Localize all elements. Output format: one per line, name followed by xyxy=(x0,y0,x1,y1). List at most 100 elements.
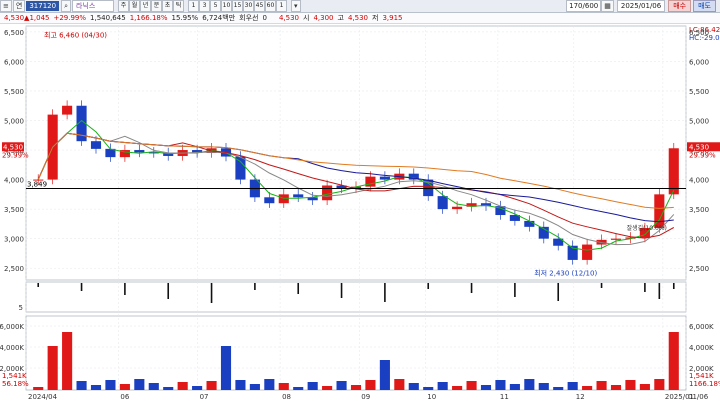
volume-bar xyxy=(76,381,87,390)
y-tick-label: 3,000 xyxy=(4,236,24,244)
period-tick-button[interactable]: 틱 xyxy=(172,0,184,12)
y-tick-label: 5,500 xyxy=(4,88,24,96)
indicator-bar xyxy=(658,283,661,299)
search-icon[interactable]: ⌕ xyxy=(61,0,71,12)
low-label: 저 xyxy=(371,14,379,22)
period-year-button[interactable]: 년 xyxy=(139,0,151,12)
volume-right-label: 1,541K xyxy=(689,372,714,380)
high-label: 고 xyxy=(337,14,344,22)
candle-body xyxy=(365,176,376,187)
x-tick-label: 01/06 xyxy=(688,393,709,401)
y-tick-label-right: 5,000 xyxy=(689,118,709,126)
hc-label: HC:-29.08 xyxy=(689,34,720,42)
volume-bar xyxy=(62,332,73,390)
price-chart[interactable]: 6,500 6,5006,000 6,0005,500 5,5005,000 5,000… xyxy=(0,24,720,404)
date-field[interactable]: 2025/01/06 xyxy=(616,0,666,12)
volume-tick-label: 4,000K xyxy=(689,344,714,352)
period-week-button[interactable]: 주 xyxy=(117,0,129,12)
x-tick-label: 09 xyxy=(361,393,370,401)
high-price: 4,530 xyxy=(347,14,368,22)
candle-body xyxy=(90,141,102,149)
interval-45-button[interactable]: 45 xyxy=(253,0,265,12)
interval-1-button[interactable]: 1 xyxy=(187,0,199,12)
price-tag-left-label: 4,530 xyxy=(3,143,23,151)
volume-bar xyxy=(509,384,520,390)
dropdown-icon[interactable]: ▾ xyxy=(290,0,301,12)
indicator-bar xyxy=(644,283,646,292)
low-price: 3,915 xyxy=(382,14,403,22)
volume-bar xyxy=(119,384,130,390)
y-tick-label: 4,000 xyxy=(4,177,24,185)
indicator-tick: 5 xyxy=(19,304,23,312)
indicator-bar xyxy=(557,283,560,301)
volume-tick-label: 6,000K xyxy=(689,323,714,331)
candle-body xyxy=(379,176,390,180)
toolbar: ≡ 연 317120 ⌕ 라닉스 주 월 년 분 초 틱 1 3 5 10 15… xyxy=(0,0,720,13)
volume-bar xyxy=(668,332,679,390)
volume-bar xyxy=(408,383,419,390)
period-month-button[interactable]: 월 xyxy=(128,0,140,12)
volume-bar xyxy=(264,379,275,390)
period-minute-button[interactable]: 분 xyxy=(150,0,162,12)
volume-bar xyxy=(423,387,434,390)
volume-bar xyxy=(249,384,260,390)
volume-bar xyxy=(105,380,116,390)
indicator-bar xyxy=(600,283,603,288)
link-button[interactable]: 연 xyxy=(12,0,26,12)
volume-value: 1,540,645 xyxy=(90,14,126,22)
buy-button[interactable]: 매수 xyxy=(668,0,692,12)
volume-bar xyxy=(495,380,506,390)
volume-bar xyxy=(596,381,607,390)
volume-bar xyxy=(625,380,636,390)
menu-icon[interactable]: ≡ xyxy=(0,0,12,12)
interval-30-button[interactable]: 30 xyxy=(242,0,254,12)
period-second-button[interactable]: 초 xyxy=(161,0,173,12)
y-tick-label: 2,500 xyxy=(4,265,24,273)
y-tick-label-right: 4,000 xyxy=(689,177,709,185)
y-tick-label: 3,500 xyxy=(4,206,24,214)
interval-5-button[interactable]: 5 xyxy=(209,0,221,12)
interval-custom-button[interactable]: 1 xyxy=(275,0,287,12)
indicator-bar xyxy=(80,283,83,291)
volume-bar xyxy=(148,383,159,390)
volume-bar xyxy=(33,387,44,390)
volume-bar xyxy=(553,387,564,390)
interval-3-button[interactable]: 3 xyxy=(198,0,210,12)
price-tag-label: 4,530 xyxy=(689,143,709,151)
y-tick-label: 6,000 xyxy=(4,58,24,66)
y-tick-label-right: 6,000 xyxy=(689,58,709,66)
interval-10-button[interactable]: 10 xyxy=(220,0,232,12)
indicator-bar xyxy=(427,283,430,289)
interval-60-button[interactable]: 60 xyxy=(264,0,276,12)
indicator-bar xyxy=(37,283,40,287)
close-price: 4,530 xyxy=(278,14,299,22)
sell-button[interactable]: 매도 xyxy=(693,0,716,12)
x-tick-label: 08 xyxy=(282,393,291,401)
interval-15-button[interactable]: 15 xyxy=(231,0,243,12)
x-tick-label: 06 xyxy=(120,393,129,401)
candle-body xyxy=(62,105,73,115)
volume-bar xyxy=(466,381,477,390)
period-buttons: 주 월 년 분 초 틱 xyxy=(117,0,184,12)
change-percent: +29.99% xyxy=(53,14,87,22)
indicator-bar xyxy=(384,283,386,302)
indicator-bar xyxy=(167,283,170,299)
open-label: 시 xyxy=(302,14,310,22)
volume-right-pct: 1166.18% xyxy=(689,380,720,388)
volume-bar xyxy=(610,385,622,390)
indicator-bar xyxy=(470,283,473,293)
stock-name-field[interactable]: 라닉스 xyxy=(71,0,114,12)
calendar-icon[interactable]: ▦ xyxy=(601,0,614,12)
low-annotation: 최저 2,430 (12/10) xyxy=(534,268,597,277)
volume-bar xyxy=(654,379,665,390)
turnover-percent: 1,166.18% xyxy=(129,14,168,22)
volume-bar xyxy=(524,379,535,390)
indicator-bar xyxy=(514,283,516,297)
y-tick-label-right: 3,500 xyxy=(689,206,709,214)
volume-panel xyxy=(25,315,687,391)
stock-code-input[interactable]: 317120 xyxy=(26,1,60,11)
candle-body xyxy=(524,220,535,227)
volume-left-pct: 56.18% xyxy=(2,380,29,388)
count-field[interactable]: 170/600 xyxy=(566,0,602,12)
volume-bar xyxy=(134,379,145,390)
